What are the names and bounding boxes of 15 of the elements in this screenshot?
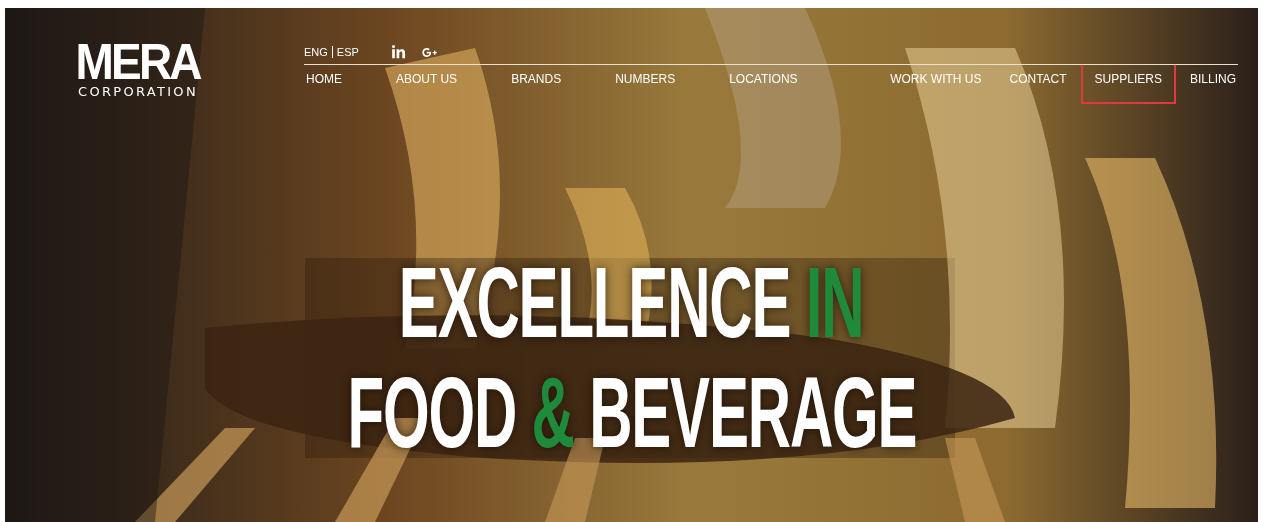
linkedin-icon[interactable]	[390, 44, 406, 60]
nav-link[interactable]: BRANDS	[497, 65, 576, 104]
language-link[interactable]: ENG	[304, 46, 332, 58]
nav-link[interactable]: NUMBERS	[601, 65, 690, 104]
nav-link[interactable]: HOME	[292, 65, 356, 104]
language-link[interactable]: ESP	[331, 46, 363, 58]
nav-link[interactable]: CONTACT	[995, 65, 1081, 104]
hero-headline: FOOD&BEVERAGE	[347, 360, 916, 464]
logo-name: MERA	[75, 40, 201, 84]
nav-link[interactable]: BILLING	[1175, 65, 1250, 104]
logo-subtitle: CORPORATION	[78, 84, 198, 100]
nav-link[interactable]: ABOUT US	[382, 65, 472, 104]
nav-link[interactable]: SUPPLIERS	[1080, 65, 1176, 104]
hero-headline: EXCELLENCEIN	[399, 250, 864, 354]
nav-link[interactable]: LOCATIONS	[715, 65, 812, 104]
